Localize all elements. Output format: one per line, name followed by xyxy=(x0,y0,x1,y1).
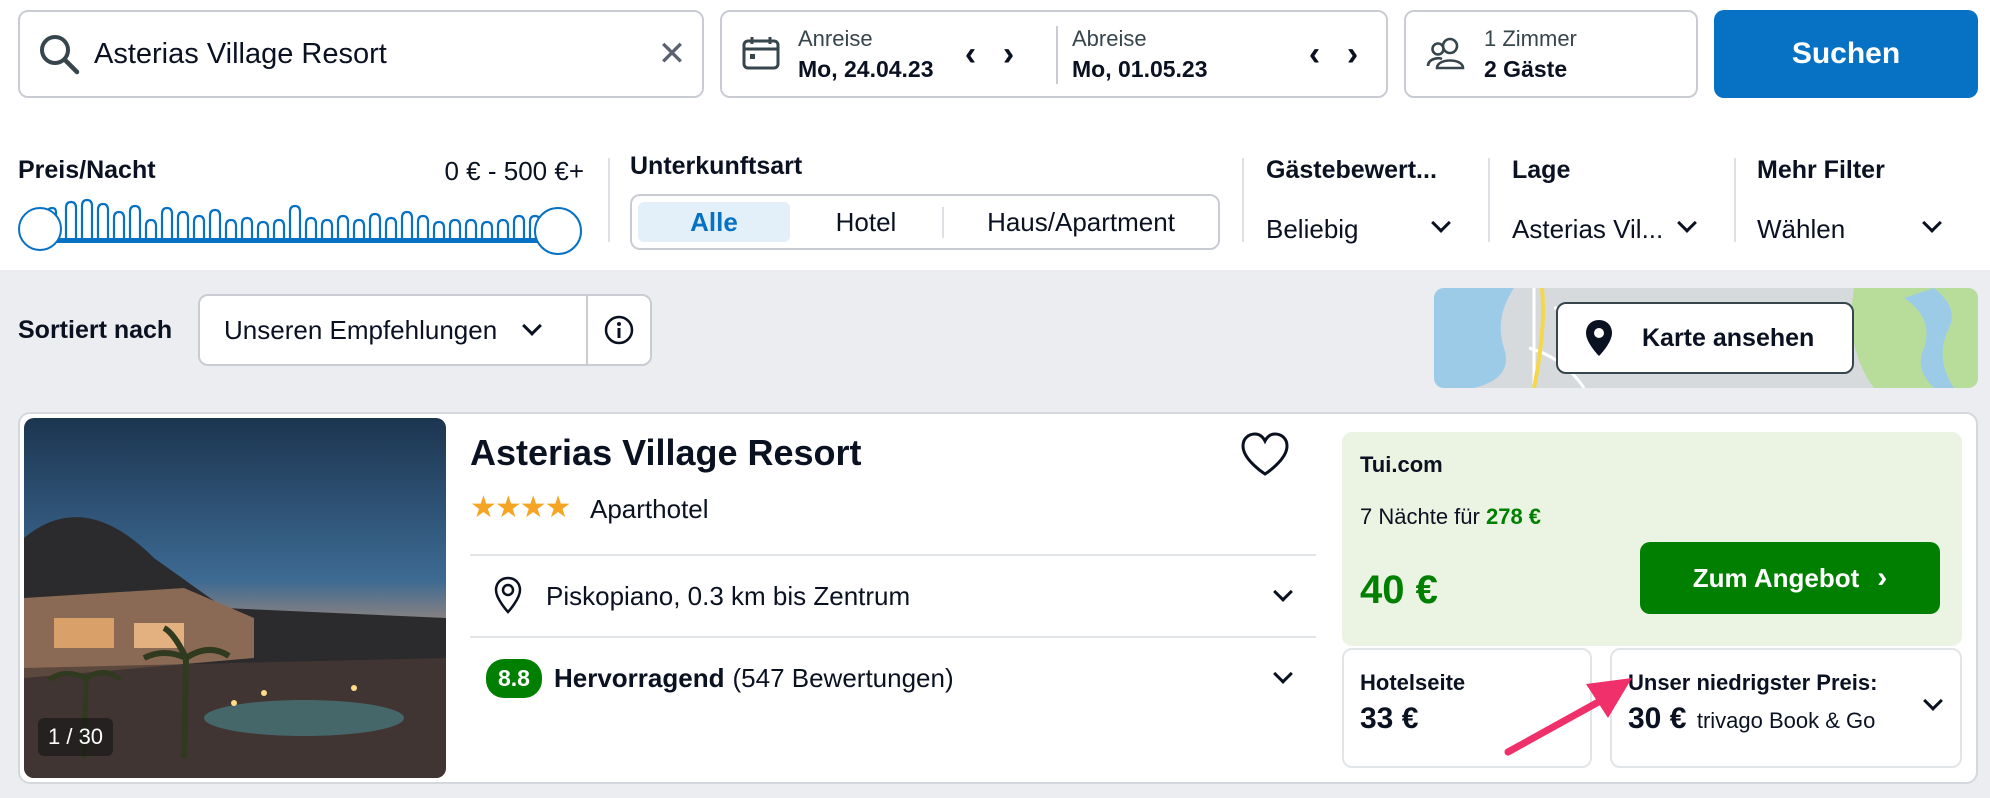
deal-price: 40 € xyxy=(1360,568,1438,612)
hotel-name[interactable]: Asterias Village Resort xyxy=(470,432,862,474)
hotel-site-price: 33 € xyxy=(1360,702,1419,735)
search-input[interactable]: Asterias Village Resort xyxy=(94,38,642,71)
chevron-down-icon xyxy=(522,316,543,336)
rating-filter-value: Beliebig xyxy=(1266,214,1359,244)
search-button[interactable]: Suchen xyxy=(1714,10,1978,98)
checkin-field[interactable]: Anreise Mo, 24.04.23 ‹ › xyxy=(742,12,1028,96)
location-filter-label: Lage xyxy=(1512,156,1571,184)
lowest-price-row: 30 € trivago Book & Go xyxy=(1628,702,1875,736)
accommodation-label: Unterkunftsart xyxy=(630,152,803,180)
checkout-field[interactable]: Abreise Mo, 01.05.23 ‹ › xyxy=(1072,12,1372,96)
search-field[interactable]: Asterias Village Resort ✕ xyxy=(18,10,704,98)
rating-label: Hervorragend xyxy=(553,662,725,693)
location-filter[interactable]: Lage Asterias Vil... xyxy=(1512,156,1704,246)
date-divider xyxy=(1056,26,1058,84)
deal-button-label: Zum Angebot xyxy=(1692,562,1860,593)
lowest-price-source: trivago Book & Go xyxy=(1696,708,1876,733)
guests-field[interactable]: 1 Zimmer 2 Gäste xyxy=(1404,10,1698,98)
price-histogram xyxy=(40,198,558,243)
more-filters-value: Wählen xyxy=(1757,214,1846,244)
annotation-arrow-icon xyxy=(1504,678,1632,756)
accommodation-segmented[interactable]: Alle Hotel Haus/Apartment xyxy=(630,194,1220,250)
lowest-price-label: Unser niedrigster Preis: xyxy=(1628,670,1878,695)
price-filter[interactable]: Preis/Nacht 0 € - 500 €+ xyxy=(18,152,584,262)
checkout-next-icon[interactable]: › xyxy=(1334,35,1372,74)
calendar-icon xyxy=(742,36,782,72)
star-rating-icon: ★★★★ xyxy=(470,491,572,524)
chevron-down-icon xyxy=(1273,664,1293,684)
accommodation-option-alle[interactable]: Alle xyxy=(638,202,790,242)
chevron-down-icon xyxy=(1677,213,1697,233)
filter-divider xyxy=(608,158,610,242)
map-pin-icon xyxy=(1584,318,1614,358)
price-max-handle[interactable] xyxy=(534,207,582,255)
checkin-prev-icon[interactable]: ‹ xyxy=(952,35,990,74)
deal-total: 278 € xyxy=(1485,504,1542,529)
sort-label: Sortiert nach xyxy=(18,316,173,344)
divider xyxy=(470,636,1316,638)
more-filters-label: Mehr Filter xyxy=(1757,156,1885,184)
deal-panel[interactable]: Tui.com 7 Nächte für 278 € 40 € Zum Ange… xyxy=(1342,432,1962,646)
map-button-label: Karte ansehen xyxy=(1642,323,1815,352)
location-filter-value: Asterias Vil... xyxy=(1512,214,1664,244)
map-button[interactable]: Karte ansehen xyxy=(1556,302,1854,374)
rating-score-badge: 8.8 xyxy=(486,658,542,698)
lowest-price-offer[interactable]: Unser niedrigster Preis: 30 € trivago Bo… xyxy=(1610,648,1962,768)
rooms-value: 1 Zimmer xyxy=(1484,25,1577,51)
deal-nights-text: 7 Nächte für xyxy=(1360,504,1480,529)
checkin-next-icon[interactable]: › xyxy=(990,35,1028,74)
rating-count: (547 Bewertungen) xyxy=(732,662,954,693)
rating-filter-label: Gästebewert... xyxy=(1266,156,1437,184)
close-icon[interactable]: ✕ xyxy=(642,34,702,74)
checkin-value: Mo, 24.04.23 xyxy=(798,55,934,82)
chevron-down-icon xyxy=(1922,213,1942,233)
checkout-prev-icon[interactable]: ‹ xyxy=(1296,35,1334,74)
chevron-right-icon: › xyxy=(1877,561,1888,594)
accommodation-option-haus[interactable]: Haus/Apartment xyxy=(944,207,1218,238)
info-icon[interactable] xyxy=(588,296,650,364)
checkout-value: Mo, 01.05.23 xyxy=(1072,55,1208,82)
filter-divider xyxy=(1734,158,1736,242)
sort-dropdown[interactable]: Unseren Empfehlungen xyxy=(198,294,652,366)
rating-row[interactable]: 8.8 Hervorragend (547 Bewertungen) xyxy=(470,640,1316,716)
accommodation-option-hotel[interactable]: Hotel xyxy=(790,206,944,238)
date-picker[interactable]: Anreise Mo, 24.04.23 ‹ › Abreise Mo, 01.… xyxy=(720,10,1388,98)
location-text: Piskopiano, 0.3 km bis Zentrum xyxy=(546,580,911,611)
checkout-label: Abreise xyxy=(1072,25,1147,51)
price-track xyxy=(40,238,558,243)
checkin-label: Anreise xyxy=(798,25,873,51)
hotel-site-label: Hotelseite xyxy=(1360,670,1466,695)
users-icon xyxy=(1426,36,1468,72)
filter-divider xyxy=(1242,158,1244,242)
filter-divider xyxy=(1488,158,1490,242)
hotel-type: Aparthotel xyxy=(590,494,709,524)
deal-provider: Tui.com xyxy=(1360,452,1443,477)
more-filters[interactable]: Mehr Filter Wählen xyxy=(1757,156,1949,246)
deal-nights-row: 7 Nächte für 278 € xyxy=(1360,504,1541,530)
sort-value-text: Unseren Empfehlungen xyxy=(224,314,498,345)
deal-button[interactable]: Zum Angebot › xyxy=(1640,542,1940,614)
accommodation-filter: Unterkunftsart Alle Hotel Haus/Apartment xyxy=(630,152,1220,252)
hotel-card[interactable]: 1 / 30 Asterias Village Resort ★★★★ Apar… xyxy=(18,412,1978,784)
heart-icon[interactable] xyxy=(1240,432,1290,483)
photo-counter: 1 / 30 xyxy=(38,718,114,756)
sort-select-value[interactable]: Unseren Empfehlungen xyxy=(200,296,588,364)
location-row[interactable]: Piskopiano, 0.3 km bis Zentrum xyxy=(470,556,1316,636)
price-min-handle[interactable] xyxy=(18,207,62,251)
chevron-down-icon xyxy=(1273,582,1293,602)
chevron-down-icon xyxy=(1431,213,1451,233)
price-filter-label: Preis/Nacht xyxy=(18,156,156,184)
map-pin-icon xyxy=(494,576,524,616)
map-preview[interactable]: Karte ansehen xyxy=(1434,288,1978,388)
rating-filter[interactable]: Gästebewert... Beliebig xyxy=(1266,156,1458,246)
chevron-down-icon xyxy=(1923,691,1943,711)
hotel-photo[interactable]: 1 / 30 xyxy=(24,418,446,778)
guests-value: 2 Gäste xyxy=(1484,55,1568,82)
search-icon xyxy=(36,31,82,77)
